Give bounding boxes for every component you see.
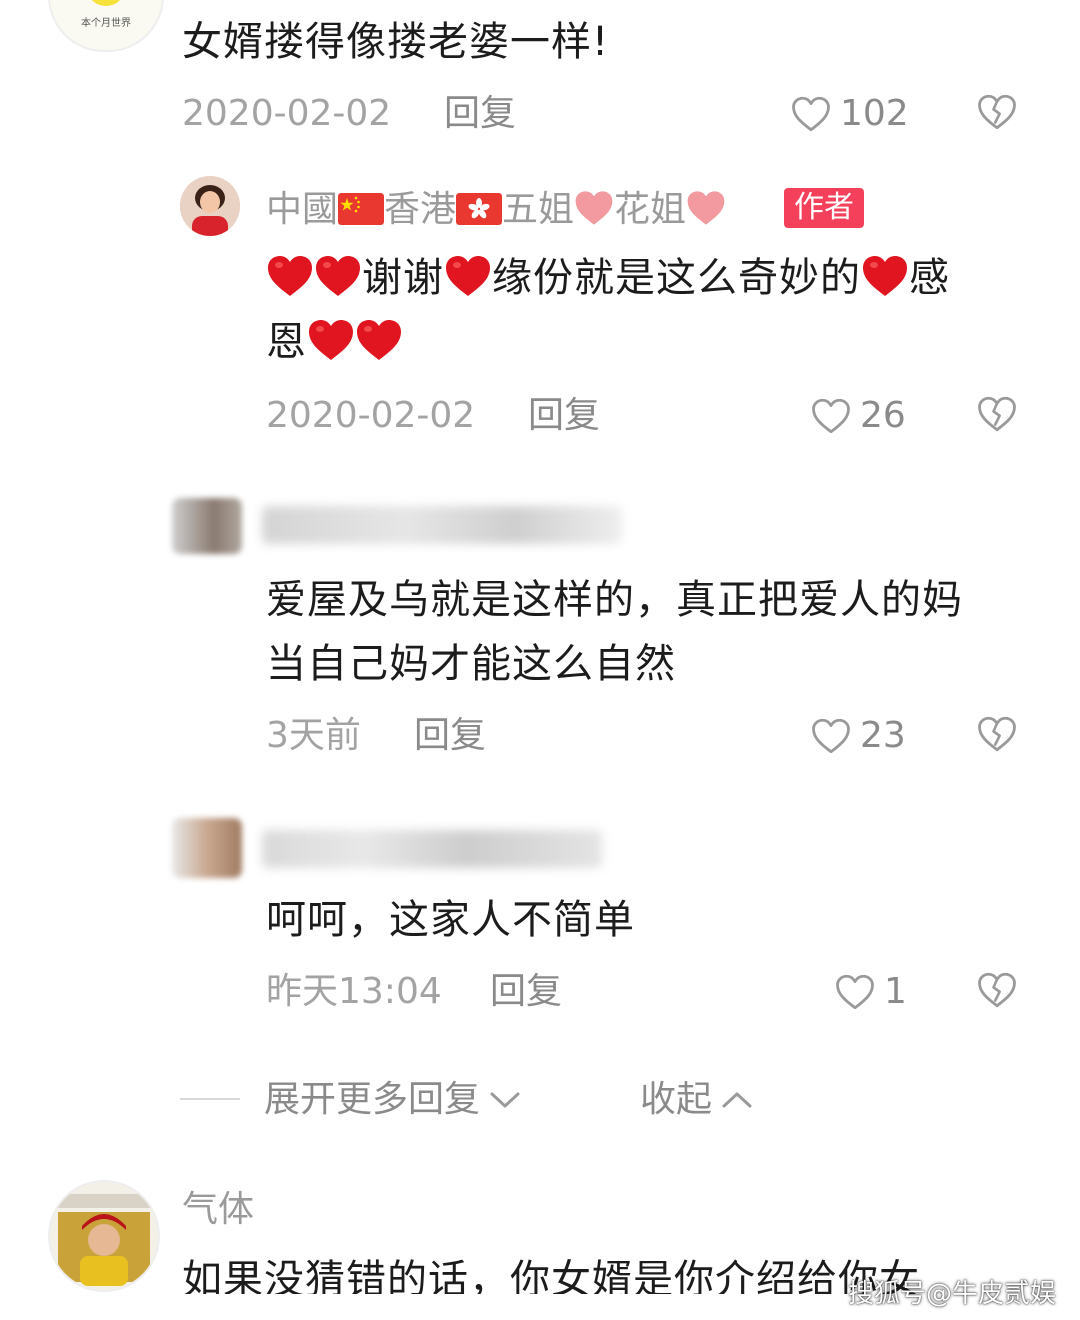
broken-heart-icon[interactable] xyxy=(976,394,1018,434)
comment-text: 爱屋及乌就是这样的，真正把爱人的妈 当自己妈才能这么自然 xyxy=(266,577,963,687)
expand-more-replies[interactable]: 展开更多回复 xyxy=(264,1078,522,1122)
pink-heart-emoji xyxy=(574,189,614,227)
reply-button[interactable]: 回复 xyxy=(444,92,516,136)
avatar-duck[interactable]: 本个月世界 xyxy=(48,0,164,52)
avatar-blurred[interactable] xyxy=(172,818,242,878)
reply-button[interactable]: 回复 xyxy=(414,714,486,758)
broken-heart-icon[interactable] xyxy=(976,714,1018,754)
user-photo xyxy=(50,1182,158,1290)
like-button[interactable]: 102 xyxy=(790,92,909,136)
like-count: 102 xyxy=(840,93,909,134)
chevron-up-icon xyxy=(722,1092,752,1108)
red-heart-emoji xyxy=(266,253,314,299)
thread-divider xyxy=(180,1098,240,1100)
like-button[interactable]: 26 xyxy=(810,394,906,438)
avatar-caption: 本个月世界 xyxy=(81,18,131,29)
hongkong-flag-icon xyxy=(456,193,503,225)
red-heart-emoji xyxy=(861,253,909,299)
broken-heart-icon[interactable] xyxy=(976,970,1018,1010)
red-heart-emoji xyxy=(355,317,403,363)
china-flag-icon xyxy=(338,193,385,225)
pink-heart-emoji xyxy=(686,189,726,227)
comment-date: 昨天13:04 xyxy=(266,971,442,1012)
reply-button[interactable]: 回复 xyxy=(528,394,600,438)
avatar-user[interactable] xyxy=(48,1180,160,1292)
like-count: 23 xyxy=(860,715,906,756)
username-blurred[interactable] xyxy=(262,506,622,544)
like-button[interactable]: 23 xyxy=(810,714,906,758)
author-photo xyxy=(180,176,240,236)
username-blurred[interactable] xyxy=(262,830,602,868)
heart-outline-icon xyxy=(810,716,852,756)
collapse-replies[interactable]: 收起 xyxy=(640,1078,754,1122)
broken-heart-icon[interactable] xyxy=(976,92,1018,132)
reply-button[interactable]: 回复 xyxy=(490,970,562,1014)
red-heart-emoji xyxy=(444,253,492,299)
comment-text: 女婿搂得像搂老婆一样! xyxy=(182,19,610,65)
comment-author[interactable]: 气体 xyxy=(182,1188,254,1232)
watermark: 搜狐号@牛皮贰娱 xyxy=(847,1279,1056,1309)
like-count: 26 xyxy=(860,395,906,436)
comment-text: 谢谢 缘份就是这么奇妙的感 恩 xyxy=(266,253,950,365)
comment-text: 呵呵，这家人不简单 xyxy=(266,897,635,943)
heart-outline-icon xyxy=(810,396,852,436)
author-badge: 作者 xyxy=(784,188,864,228)
red-heart-emoji xyxy=(314,253,362,299)
author-name[interactable]: 中國 香港 五姐 花姐 xyxy=(266,188,726,232)
heart-outline-icon xyxy=(834,972,876,1012)
comment-date: 3天前 xyxy=(266,715,361,756)
like-button[interactable]: 1 xyxy=(834,970,907,1014)
like-count: 1 xyxy=(884,971,907,1012)
chevron-down-icon xyxy=(490,1092,520,1108)
comment-date: 2020-02-02 xyxy=(182,93,392,134)
comment-date: 2020-02-02 xyxy=(266,395,476,436)
heart-outline-icon xyxy=(790,94,832,134)
avatar-blurred[interactable] xyxy=(172,498,242,554)
red-heart-emoji xyxy=(307,317,355,363)
avatar-author[interactable] xyxy=(180,176,240,236)
